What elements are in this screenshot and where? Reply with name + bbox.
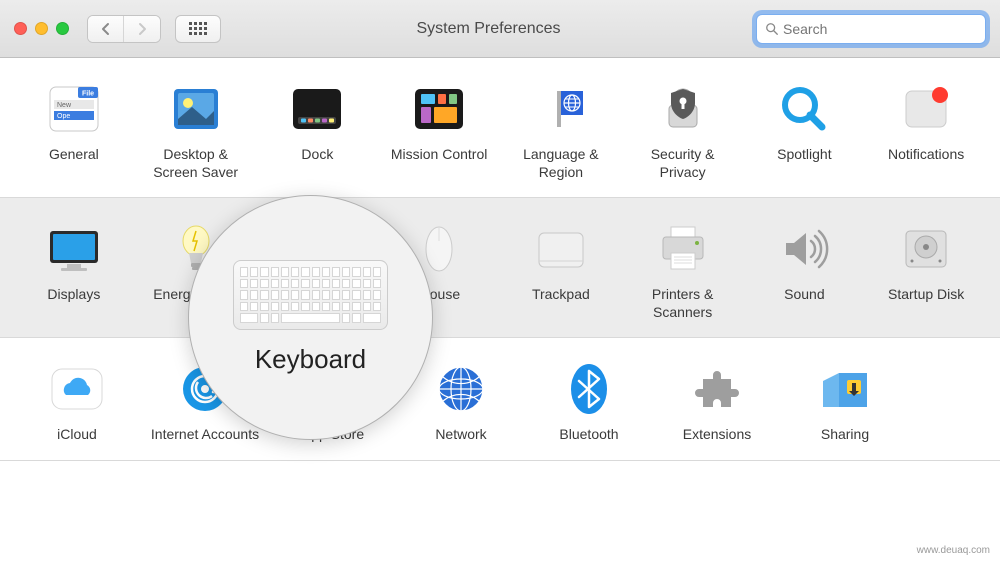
svg-text:New: New <box>57 102 72 109</box>
pref-startup[interactable]: Startup Disk <box>870 216 982 325</box>
displays-icon <box>45 220 103 278</box>
pref-label: General <box>49 146 99 164</box>
pref-desktop[interactable]: Desktop & Screen Saver <box>140 76 252 185</box>
svg-text:Ope: Ope <box>57 113 70 120</box>
pref-sound[interactable]: Sound <box>749 216 861 325</box>
pref-label: Language & Region <box>507 146 615 181</box>
pref-displays[interactable]: Displays <box>18 216 130 325</box>
pref-label: Sound <box>784 286 824 304</box>
zoom-lens: Keyboard <box>188 195 433 440</box>
language-icon <box>532 80 590 138</box>
pref-bluetooth[interactable]: Bluetooth <box>530 356 648 448</box>
window-title: System Preferences <box>229 20 748 38</box>
search-icon <box>765 22 779 36</box>
mission-control-icon <box>410 80 468 138</box>
network-icon <box>432 360 490 418</box>
forward-button[interactable] <box>124 16 160 42</box>
sound-icon <box>775 220 833 278</box>
pref-label: Notifications <box>888 146 964 164</box>
search-input[interactable] <box>783 21 977 37</box>
pref-label: Extensions <box>683 426 751 444</box>
pref-dock[interactable]: Dock <box>262 76 374 185</box>
pref-label: Sharing <box>821 426 869 444</box>
pref-label: Security & Privacy <box>629 146 737 181</box>
pref-general[interactable]: File New Ope General <box>18 76 130 185</box>
pref-spotlight[interactable]: Spotlight <box>749 76 861 185</box>
show-all-button[interactable] <box>175 15 221 43</box>
close-icon[interactable] <box>14 22 27 35</box>
pref-mission[interactable]: Mission Control <box>383 76 495 185</box>
dock-icon <box>288 80 346 138</box>
pref-row-2: Displays Energy Saver Keyboard Mouse Tra… <box>0 198 1000 338</box>
pref-language[interactable]: Language & Region <box>505 76 617 185</box>
nav-segment <box>87 15 161 43</box>
zoom-lens-label: Keyboard <box>255 344 366 375</box>
pref-printers[interactable]: Printers & Scanners <box>627 216 739 325</box>
svg-text:File: File <box>82 91 94 98</box>
back-button[interactable] <box>88 16 124 42</box>
keyboard-icon-large <box>233 260 388 330</box>
printers-icon <box>654 220 712 278</box>
pref-label: Spotlight <box>777 146 831 164</box>
security-icon <box>654 80 712 138</box>
trackpad-icon <box>532 220 590 278</box>
desktop-icon <box>167 80 225 138</box>
spotlight-icon <box>775 80 833 138</box>
icloud-icon <box>48 360 106 418</box>
pref-extensions[interactable]: Extensions <box>658 356 776 448</box>
grid-icon <box>189 22 207 35</box>
pref-sharing[interactable]: Sharing <box>786 356 904 448</box>
pref-label: Network <box>435 426 486 444</box>
pref-row-3: iCloud Internet Accounts App Store Netwo… <box>0 338 1000 461</box>
pref-label: iCloud <box>57 426 97 444</box>
maximize-icon[interactable] <box>56 22 69 35</box>
pref-label: Mission Control <box>391 146 487 164</box>
pref-row-1: File New Ope General Desktop & Screen Save… <box>0 58 1000 198</box>
pref-trackpad[interactable]: Trackpad <box>505 216 617 325</box>
toolbar: System Preferences <box>0 0 1000 58</box>
general-icon: File New Ope <box>45 80 103 138</box>
pref-label: Printers & Scanners <box>629 286 737 321</box>
bluetooth-icon <box>560 360 618 418</box>
watermark: www.deuaq.com <box>917 545 990 556</box>
pref-label: Trackpad <box>532 286 590 304</box>
pref-label: Bluetooth <box>559 426 618 444</box>
pref-label: Dock <box>301 146 333 164</box>
pref-label: Internet Accounts <box>151 426 259 444</box>
search-field[interactable] <box>756 14 986 44</box>
pref-icloud[interactable]: iCloud <box>18 356 136 448</box>
pref-security[interactable]: Security & Privacy <box>627 76 739 185</box>
sharing-icon <box>816 360 874 418</box>
startup-disk-icon <box>897 220 955 278</box>
pref-label: Desktop & Screen Saver <box>142 146 250 181</box>
minimize-icon[interactable] <box>35 22 48 35</box>
pref-label: Startup Disk <box>888 286 964 304</box>
notifications-icon <box>897 80 955 138</box>
pref-label: Displays <box>47 286 100 304</box>
window-controls <box>14 22 69 35</box>
pref-notifications[interactable]: Notifications <box>870 76 982 185</box>
extensions-icon <box>688 360 746 418</box>
